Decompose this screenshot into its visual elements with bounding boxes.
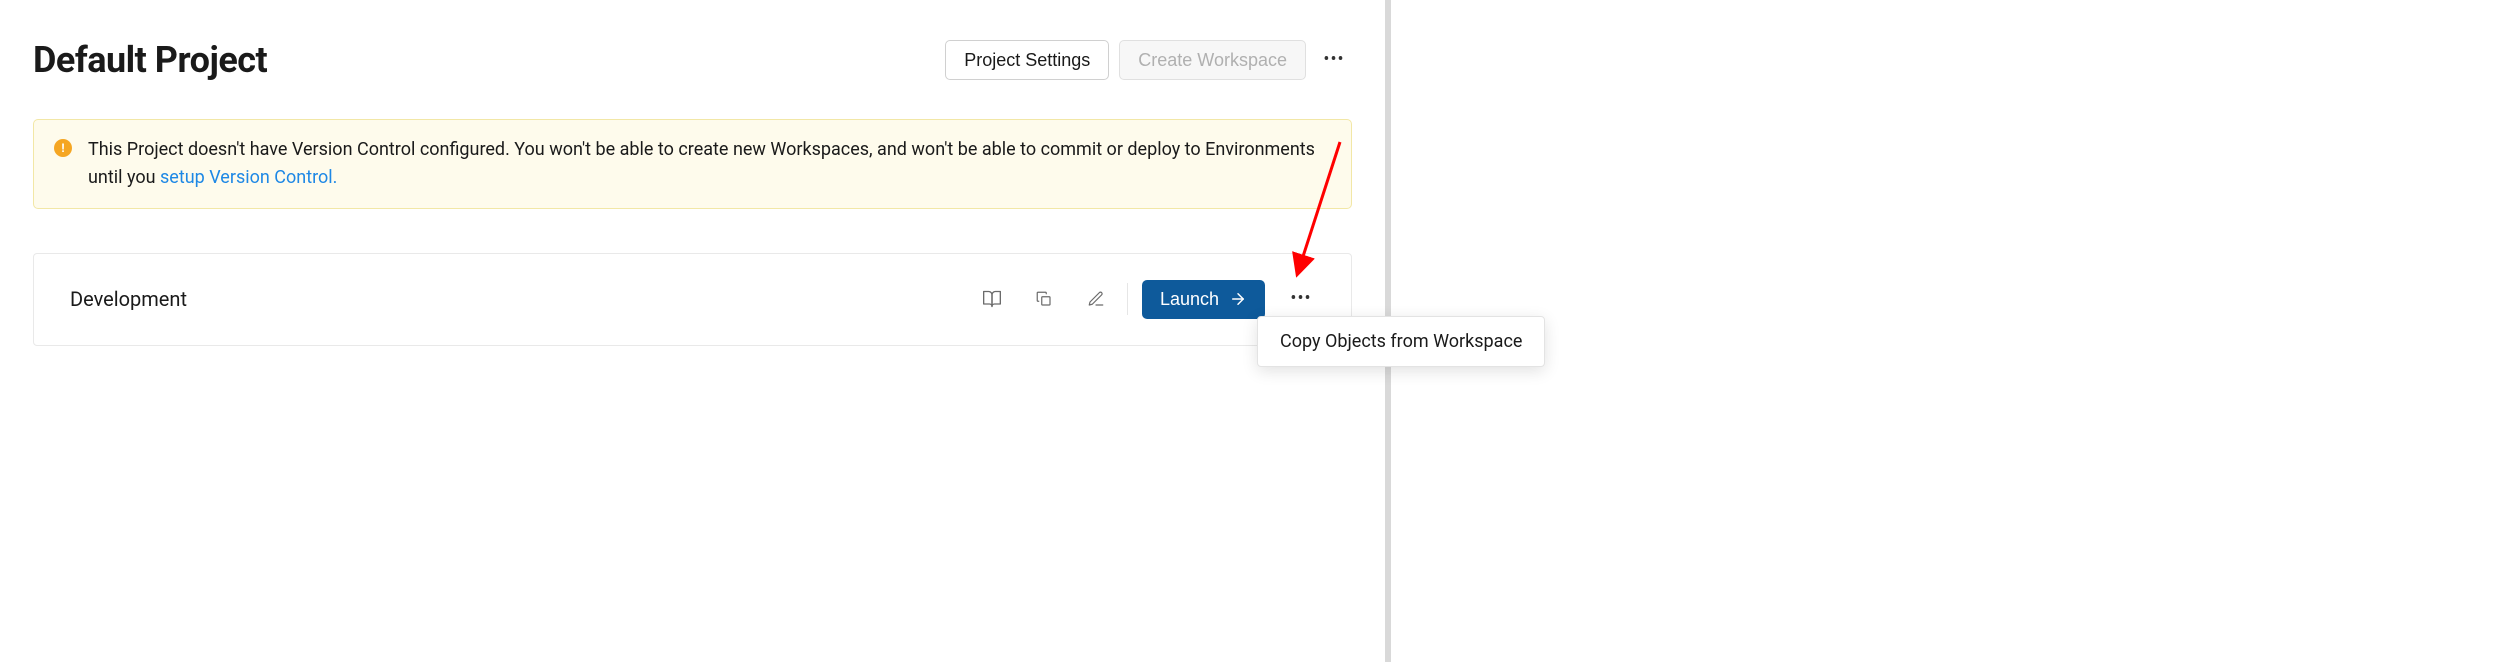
warning-icon: ! bbox=[54, 139, 72, 157]
more-horizontal-icon: ••• bbox=[1290, 290, 1311, 308]
workspace-actions: Launch ••• bbox=[975, 280, 1319, 319]
main-container: Default Project Project Settings Create … bbox=[0, 0, 1391, 662]
version-control-alert: ! This Project doesn't have Version Cont… bbox=[33, 119, 1352, 209]
alert-text: This Project doesn't have Version Contro… bbox=[88, 136, 1331, 192]
header-more-button[interactable]: ••• bbox=[1316, 42, 1352, 78]
workspace-name: Development bbox=[70, 287, 187, 311]
copy-objects-menu-item[interactable]: Copy Objects from Workspace bbox=[1280, 331, 1522, 352]
header-actions: Project Settings Create Workspace ••• bbox=[945, 40, 1352, 80]
copy-icon bbox=[1035, 290, 1053, 308]
pencil-icon bbox=[1087, 290, 1105, 308]
page-title: Default Project bbox=[33, 39, 267, 81]
setup-version-control-link[interactable]: setup Version Control. bbox=[160, 167, 337, 188]
edit-button[interactable] bbox=[1079, 282, 1113, 316]
docs-button[interactable] bbox=[975, 282, 1009, 316]
divider bbox=[1127, 283, 1128, 315]
arrow-right-icon bbox=[1229, 290, 1247, 308]
launch-button[interactable]: Launch bbox=[1142, 280, 1265, 319]
project-settings-button[interactable]: Project Settings bbox=[945, 40, 1109, 80]
copy-button[interactable] bbox=[1027, 282, 1061, 316]
book-open-icon bbox=[982, 289, 1002, 309]
context-menu: Copy Objects from Workspace bbox=[1257, 316, 1545, 367]
more-horizontal-icon: ••• bbox=[1323, 51, 1344, 69]
header-row: Default Project Project Settings Create … bbox=[0, 0, 1385, 81]
launch-label: Launch bbox=[1160, 289, 1219, 310]
create-workspace-button: Create Workspace bbox=[1119, 40, 1306, 80]
workspace-card: Development bbox=[33, 253, 1352, 346]
workspace-more-button[interactable]: ••• bbox=[1283, 281, 1319, 317]
